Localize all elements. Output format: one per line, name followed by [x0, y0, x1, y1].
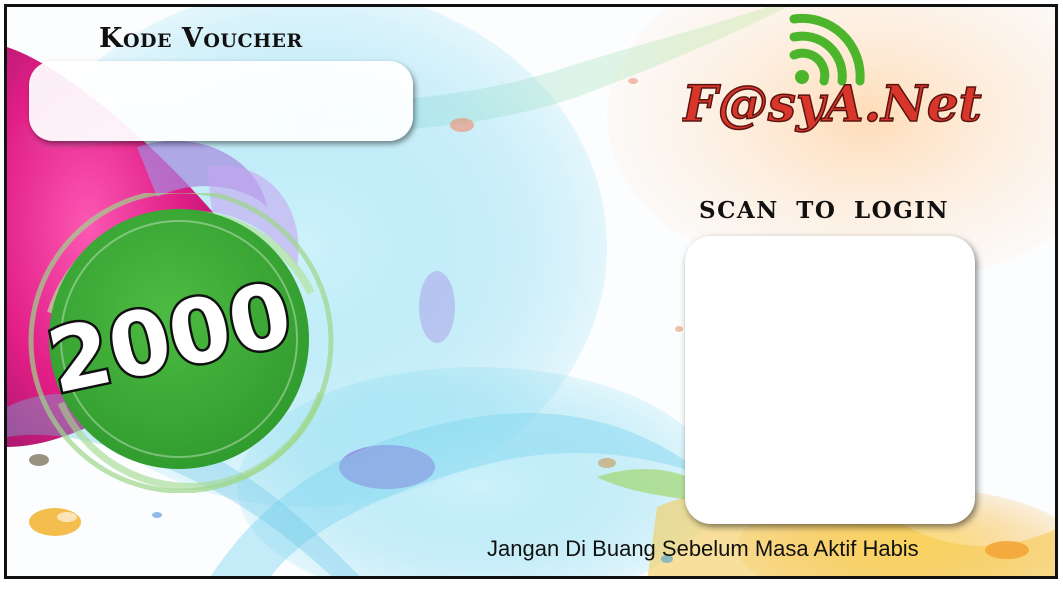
voucher-card: Kode Voucher F@syA.Net SCAN TO LOGIN 200…: [4, 4, 1058, 579]
scan-title: SCAN TO LOGIN: [699, 197, 950, 224]
price-badge: 2000: [28, 193, 334, 493]
brand-logo-text: F@syA.Net: [682, 74, 982, 133]
brand-logo: F@syA.Net: [682, 13, 982, 134]
voucher-title: Kode Voucher: [99, 23, 303, 54]
qr-code-box: [685, 236, 975, 524]
voucher-code-box: [29, 61, 413, 141]
footer-note: Jangan Di Buang Sebelum Masa Aktif Habis: [487, 536, 919, 561]
